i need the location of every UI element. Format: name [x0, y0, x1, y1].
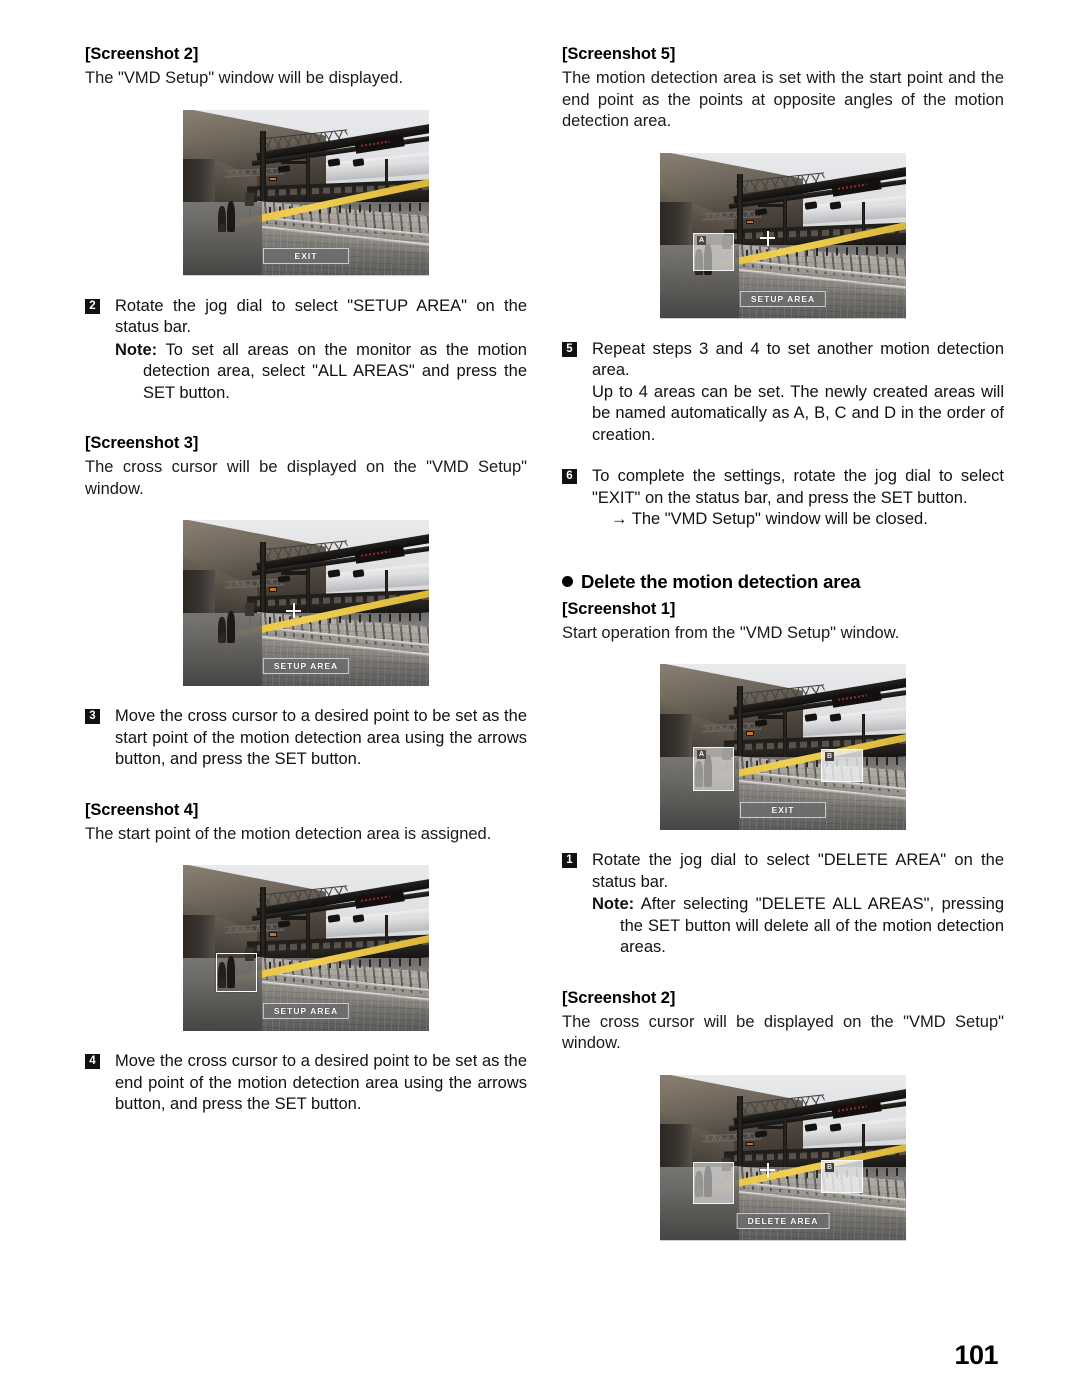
people — [217, 196, 239, 233]
mast-crossarm — [758, 1125, 783, 1130]
person-2 — [226, 611, 235, 643]
mast-crossarm — [758, 203, 783, 208]
detection-area-a[interactable]: A — [693, 232, 734, 271]
bullet-dot-icon — [562, 575, 573, 587]
screenshot2-caption: The "VMD Setup" window will be displayed… — [85, 69, 404, 87]
people — [217, 606, 239, 643]
step-2: 2 Rotate the jog dial to select "SETUP A… — [85, 296, 527, 405]
step-6-result: → The "VMD Setup" window will be closed. — [611, 510, 928, 528]
screenshot4-heading: [Screenshot 4] — [85, 800, 199, 819]
mast-crossarm — [281, 160, 306, 165]
step-6: 6 To complete the settings, rotate the j… — [562, 466, 1004, 531]
status-bar[interactable]: DELETE AREA — [736, 1212, 830, 1229]
step-3: 3 Move the cross cursor to a desired poi… — [85, 706, 527, 771]
detection-area-b[interactable]: B — [821, 1159, 863, 1193]
step-number: 4 — [85, 1054, 100, 1069]
step-2-note: Note: To set all areas on the monitor as… — [115, 340, 527, 405]
area-label: B — [825, 752, 835, 761]
delete-screenshot1-caption: Start operation from the "VMD Setup" win… — [562, 623, 900, 642]
luggage — [219, 634, 225, 643]
signal-light — [269, 932, 278, 937]
screenshot5-image: A SETUP AREA — [660, 152, 906, 319]
left-column: [Screenshot 2] The "VMD Setup" window wi… — [85, 45, 527, 1116]
screenshot5-heading: [Screenshot 5] — [562, 45, 676, 63]
step-number: 3 — [85, 709, 100, 724]
page-number: 101 — [954, 1340, 998, 1370]
delete-step-1-note: Note: After selecting "DELETE ALL AREAS"… — [592, 894, 1004, 959]
note-label: Note: — [115, 340, 158, 359]
detection-area-a[interactable] — [693, 1161, 734, 1204]
status-bar[interactable]: SETUP AREA — [262, 658, 350, 674]
luggage — [219, 224, 225, 233]
section-heading-text: Delete the motion detection area — [581, 570, 861, 592]
mast-crossarm — [758, 715, 783, 719]
document-page: [Screenshot 2] The "VMD Setup" window wi… — [0, 0, 1080, 1399]
mast-crossarm — [281, 916, 306, 920]
person-2 — [226, 200, 235, 233]
cross-cursor[interactable] — [760, 230, 775, 246]
area-label: A — [697, 750, 707, 759]
screenshot3-heading: [Screenshot 3] — [85, 434, 199, 452]
cross-cursor[interactable] — [286, 603, 301, 618]
status-bar[interactable]: EXIT — [263, 247, 349, 264]
signal-light — [269, 587, 278, 592]
signal-light — [746, 1141, 755, 1147]
delete-screenshot2-image: B DELETE AREA — [660, 1074, 906, 1241]
section-heading: Delete the motion detection area — [562, 571, 1004, 593]
status-bar[interactable]: EXIT — [740, 802, 826, 818]
status-bar[interactable]: SETUP AREA — [739, 290, 827, 307]
note-label: Note: — [592, 895, 635, 913]
delete-screenshot2-heading: [Screenshot 2] — [562, 988, 676, 1007]
delete-screenshot1-image: A B EXIT — [660, 664, 906, 830]
cross-cursor[interactable] — [760, 1162, 775, 1178]
screenshot3-caption: The cross cursor will be displayed on th… — [85, 458, 527, 498]
step-text: To complete the settings, rotate the jog… — [592, 467, 1004, 507]
selection-rectangle[interactable] — [216, 953, 257, 992]
mast-crossarm — [281, 571, 306, 575]
signal-light — [746, 219, 755, 225]
area-label: B — [825, 1162, 835, 1172]
note-text: After selecting "DELETE ALL AREAS", pres… — [620, 895, 1004, 956]
signal-light — [746, 731, 755, 736]
screenshot3-image: SETUP AREA — [183, 520, 429, 686]
screenshot2-heading: [Screenshot 2] — [85, 45, 199, 63]
screenshot2-image: EXIT — [183, 109, 429, 276]
step-text: Repeat steps 3 and 4 to set another moti… — [592, 339, 1004, 380]
screenshot4-image: SETUP AREA — [183, 865, 429, 1031]
detection-area-b[interactable]: B — [821, 749, 863, 782]
step-number: 2 — [85, 298, 100, 314]
step-number: 1 — [562, 853, 577, 868]
step-number: 6 — [562, 469, 577, 484]
signal-light — [269, 176, 278, 182]
delete-screenshot1-heading: [Screenshot 1] — [562, 599, 676, 618]
step-text: Rotate the jog dial to select "DELETE AR… — [592, 851, 1004, 891]
step-text: Move the cross cursor to a desired point… — [115, 707, 527, 768]
note-text: To set all areas on the monitor as the m… — [143, 340, 527, 402]
delete-screenshot2-caption: The cross cursor will be displayed on th… — [562, 1012, 1004, 1053]
step-4: 4 Move the cross cursor to a desired poi… — [85, 1051, 527, 1116]
step-5-detail: Up to 4 areas can be set. The newly crea… — [592, 382, 1004, 444]
step-text: Move the cross cursor to a desired point… — [115, 1052, 527, 1113]
kiosk — [244, 603, 255, 617]
step-number: 5 — [562, 341, 577, 357]
delete-step-1: 1 Rotate the jog dial to select "DELETE … — [562, 850, 1004, 959]
screenshot5-caption: The motion detection area is set with th… — [562, 69, 1004, 130]
step-5: 5 Repeat steps 3 and 4 to set another mo… — [562, 339, 1004, 447]
detection-area-a[interactable]: A — [693, 747, 734, 791]
kiosk — [244, 192, 255, 206]
screenshot4-caption: The start point of the motion detection … — [85, 824, 492, 843]
step-text: Rotate the jog dial to select "SETUP ARE… — [115, 296, 527, 337]
status-bar[interactable]: SETUP AREA — [262, 1003, 350, 1019]
right-column: [Screenshot 5] The motion detection area… — [562, 45, 1004, 1241]
area-label: A — [697, 235, 707, 245]
